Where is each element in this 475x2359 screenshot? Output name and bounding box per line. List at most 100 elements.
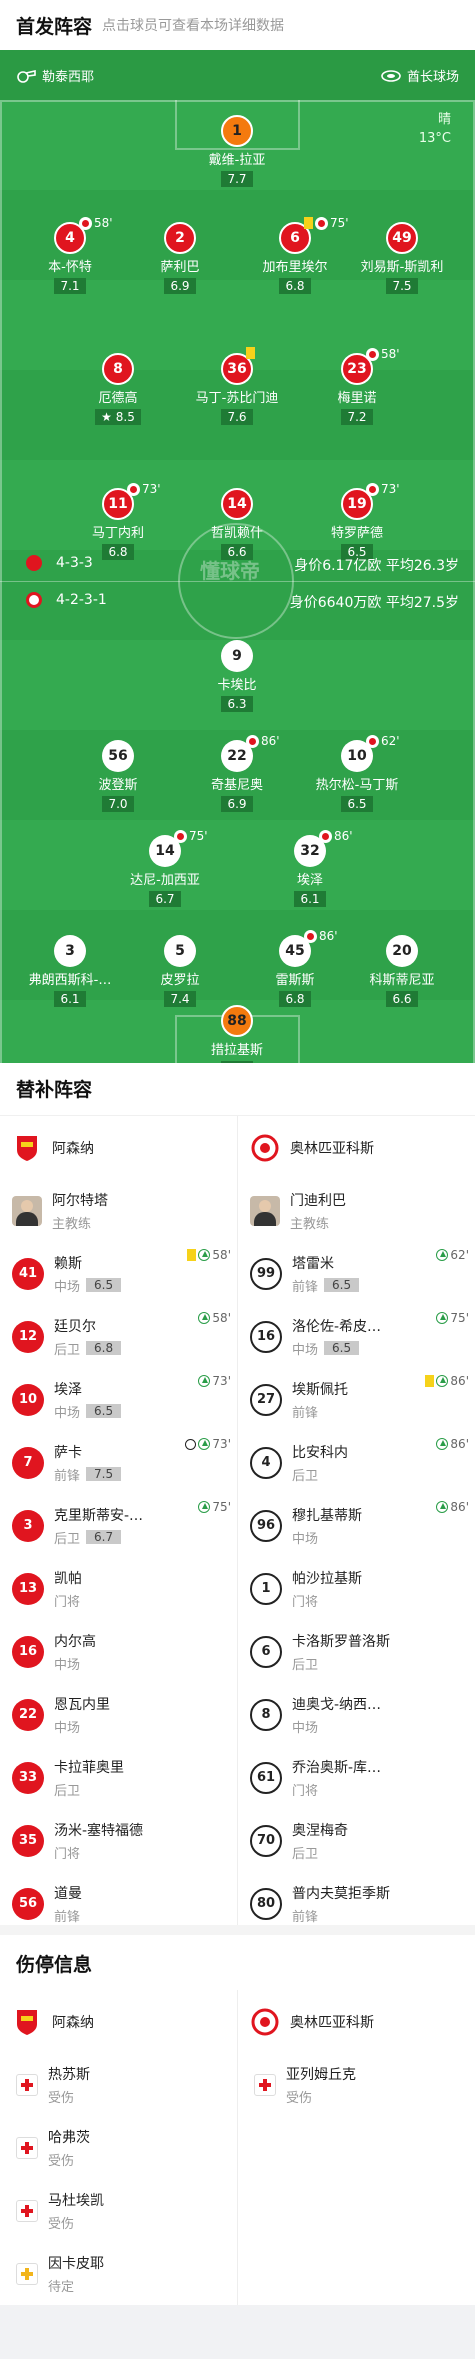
player-name: 乔治奥斯-库… (292, 1759, 382, 1776)
sub-on-icon (198, 1375, 211, 1387)
away-formation-info: 身价6640万欧 平均27.5岁 (289, 595, 459, 611)
pitch-player[interactable]: 14 哲凯赖什 6.6 (182, 488, 292, 560)
sub-minute: 86' (450, 1500, 469, 1514)
sub-player-row[interactable]: 22 恩瓦内里 中场 (0, 1683, 237, 1746)
player-number: 70 (250, 1824, 282, 1857)
sub-player-row[interactable]: 12 廷贝尔 后卫 6.8 58' (0, 1305, 237, 1368)
player-number: 3 (54, 935, 86, 967)
sub-minute: 75' (450, 1311, 469, 1325)
pitch-player[interactable]: 10 62' 热尔松-马丁斯 6.5 (302, 734, 412, 812)
sub-player-row[interactable]: 35 汤米-塞特福德 门将 (0, 1809, 237, 1872)
sub-events: 86' (436, 1437, 469, 1451)
player-position: 门将 (292, 1594, 319, 1610)
injured-player-row[interactable]: 亚列姆丘克 受伤 (238, 2053, 475, 2116)
sub-player-row[interactable]: 16 洛伦佐-希皮… 中场 6.5 75' (238, 1305, 475, 1368)
player-number: 99 (250, 1257, 282, 1290)
pitch-player[interactable]: 4 58' 本-怀特 7.1 (15, 216, 125, 294)
sub-player-row[interactable]: 16 内尔高 中场 (0, 1620, 237, 1683)
injury-status: 待定 (48, 2279, 75, 2295)
sub-player-row[interactable]: 10 埃泽 中场 6.5 73' (0, 1368, 237, 1431)
player-info: 普内夫莫拒季斯 前锋 (292, 1883, 390, 1925)
sub-player-row[interactable]: 8 迪奥戈-纳西… 中场 (238, 1683, 475, 1746)
sub-player-row[interactable]: 99 塔雷米 前锋 6.5 62' (238, 1242, 475, 1305)
pitch-player[interactable]: 9 卡埃比 6.3 (182, 640, 292, 712)
home-formation-info: 身价6.17亿欧 平均26.3岁 (294, 558, 459, 574)
pitch-player[interactable]: 1 戴维-拉亚 7.7 (182, 115, 292, 187)
player-name: 克里斯蒂安-… (54, 1507, 144, 1524)
sub-player-row[interactable]: 61 乔治奥斯-库… 门将 (238, 1746, 475, 1809)
player-rating: 6.6 (221, 544, 253, 560)
pitch-player[interactable]: 22 86' 奇基尼奥 6.9 (182, 734, 292, 812)
away-team-row[interactable]: 奥林匹亚科斯 (238, 1990, 475, 2053)
pitch-player[interactable]: 56 波登斯 7.0 (63, 740, 173, 812)
player-position: 前锋 (292, 1405, 319, 1421)
whistle-icon (17, 69, 36, 83)
pitch-player[interactable]: 8 厄德高 ★ 8.5 (63, 353, 173, 425)
pitch-player[interactable]: 23 58' 梅里诺 7.2 (302, 347, 412, 425)
pitch-player[interactable]: 2 萨利巴 6.9 (125, 222, 235, 294)
player-name: 刘易斯-斯凯利 (360, 260, 444, 275)
player-name: 比安科内 (292, 1444, 348, 1461)
pitch-player[interactable]: 45 86' 雷斯斯 6.8 (240, 929, 350, 1007)
coach-row[interactable]: 门迪利巴 主教练 (238, 1179, 475, 1242)
pitch-player[interactable]: 20 科斯蒂尼亚 6.6 (347, 935, 457, 1007)
player-info: 赖斯 中场 6.5 (54, 1253, 122, 1295)
player-info: 汤米-塞特福德 门将 (54, 1820, 143, 1862)
player-position: 前锋 6.5 (292, 1276, 360, 1295)
injured-player-row[interactable]: 马杜埃凯 受伤 (0, 2179, 237, 2242)
sub-player-row[interactable]: 27 埃斯佩托 前锋 86' (238, 1368, 475, 1431)
sub-player-row[interactable]: 4 比安科内 后卫 86' (238, 1431, 475, 1494)
player-events: 58' (79, 216, 113, 230)
home-team-row[interactable]: 阿森纳 (0, 1990, 237, 2053)
yellow-card-icon (187, 1249, 197, 1261)
sub-player-row[interactable]: 6 卡洛斯罗普洛斯 后卫 (238, 1620, 475, 1683)
player-name: 马杜埃凯 (48, 2192, 104, 2209)
pitch-player[interactable]: 14 75' 达尼-加西亚 6.7 (110, 829, 220, 907)
player-rating: 6.5 (86, 1404, 122, 1418)
sub-player-row[interactable]: 7 萨卡 前锋 7.5 73' (0, 1431, 237, 1494)
player-name: 皮罗拉 (160, 973, 200, 988)
away-team-row[interactable]: 奥林匹亚科斯 (238, 1116, 475, 1179)
sub-player-row[interactable]: 1 帕沙拉基斯 门将 (238, 1557, 475, 1620)
sub-player-row[interactable]: 41 赖斯 中场 6.5 58' (0, 1242, 237, 1305)
coach-info: 阿尔特塔 主教练 (52, 1190, 108, 1232)
pitch-player[interactable]: 19 73' 特罗萨德 6.5 (302, 482, 412, 560)
player-info: 迪奥戈-纳西… 中场 (292, 1694, 381, 1736)
home-team-row[interactable]: 阿森纳 (0, 1116, 237, 1179)
pitch-player[interactable]: 3 弗朗西斯科-… 6.1 (15, 935, 125, 1007)
sub-player-row[interactable]: 70 奥涅梅奇 后卫 (238, 1809, 475, 1872)
player-info: 因卡皮耶 待定 (48, 2253, 104, 2295)
player-rating: 6.7 (149, 891, 181, 907)
injured-player-row[interactable]: 热苏斯 受伤 (0, 2053, 237, 2116)
player-name: 弗朗西斯科-… (28, 973, 112, 988)
injured-player-row[interactable]: 哈弗茨 受伤 (0, 2116, 237, 2179)
coach-row[interactable]: 阿尔特塔 主教练 (0, 1179, 237, 1242)
sub-off-icon (79, 216, 92, 230)
pitch-player[interactable]: 88 措拉基斯 6.3 (182, 1005, 292, 1063)
player-position: 门将 (54, 1594, 81, 1610)
pitch-player[interactable]: 32 86' 埃泽 6.1 (255, 829, 365, 907)
player-name: 内尔高 (54, 1633, 96, 1650)
injury-status: 受伤 (286, 2090, 313, 2106)
pitch-player[interactable]: 11 73' 马丁内利 6.8 (63, 482, 173, 560)
sub-on-icon (436, 1312, 449, 1324)
player-name: 萨利巴 (160, 260, 200, 275)
sub-off-icon (366, 734, 379, 748)
player-info: 卡拉菲奥里 后卫 (54, 1757, 124, 1799)
player-events: 73' (127, 482, 161, 496)
sub-player-row[interactable]: 13 凯帕 门将 (0, 1557, 237, 1620)
player-number: 80 (250, 1887, 282, 1920)
player-number: 16 (250, 1320, 282, 1353)
player-position: 中场 (292, 1720, 319, 1736)
pitch-player[interactable]: 36 马丁-苏比门迪 7.6 (182, 347, 292, 425)
sub-player-row[interactable]: 3 克里斯蒂安-… 后卫 6.7 75' (0, 1494, 237, 1557)
player-name: 赖斯 (54, 1255, 82, 1272)
sub-player-row[interactable]: 33 卡拉菲奥里 后卫 (0, 1746, 237, 1809)
injured-player-row[interactable]: 因卡皮耶 待定 (0, 2242, 237, 2305)
player-number: 8 (250, 1698, 282, 1731)
pitch-player[interactable]: 5 皮罗拉 7.4 (125, 935, 235, 1007)
sub-player-row[interactable]: 96 穆扎基蒂斯 中场 86' (238, 1494, 475, 1557)
pitch-player[interactable]: 6 75' 加布里埃尔 6.8 (240, 216, 350, 294)
player-position: 后卫 (292, 1846, 319, 1862)
pitch-player[interactable]: 49 刘易斯-斯凯利 7.5 (347, 222, 457, 294)
